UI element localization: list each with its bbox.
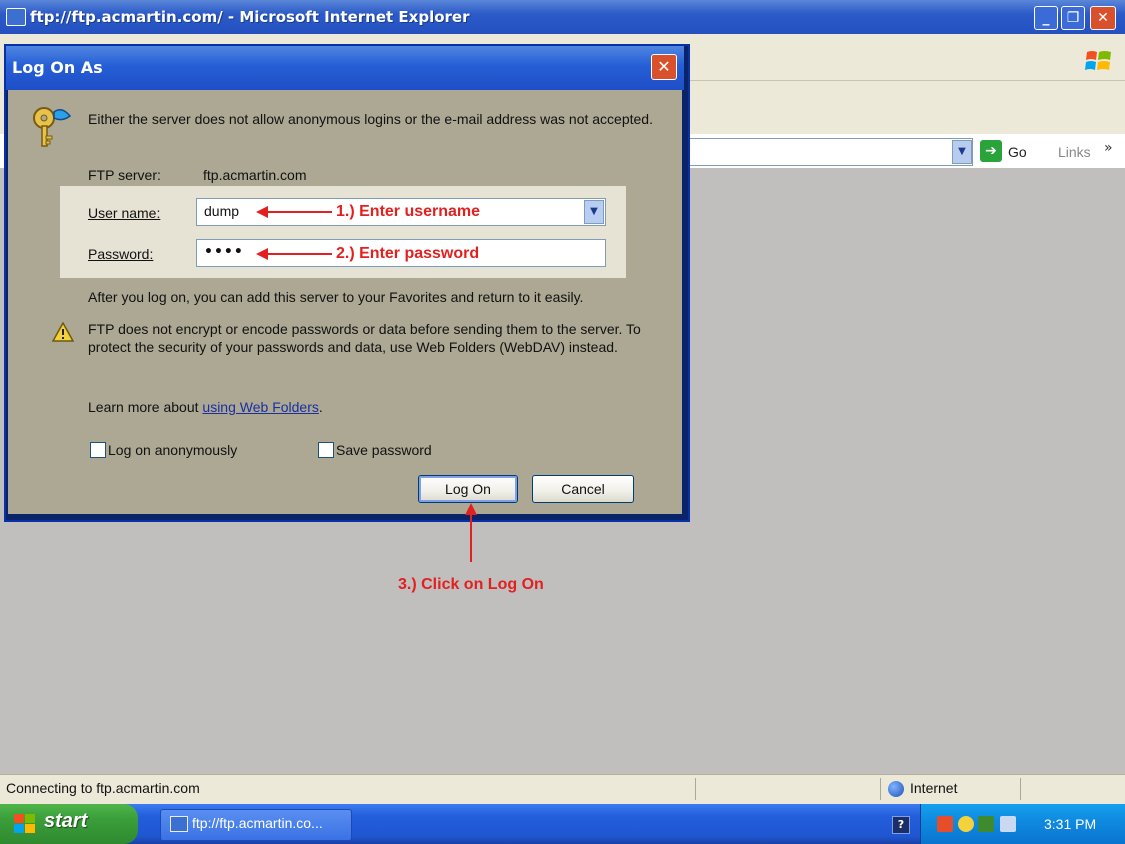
browser-titlebar: ftp://ftp.acmartin.com/ - Microsoft Inte… [0, 0, 1125, 34]
ie-task-icon [170, 816, 188, 832]
tray-network-icon[interactable] [978, 816, 994, 832]
annotation-arrow-2 [266, 253, 332, 255]
log-on-button[interactable]: Log On [418, 475, 518, 503]
taskbar-item-label[interactable]: ftp://ftp.acmartin.co... [192, 815, 323, 831]
warning-icon [52, 322, 74, 342]
taskbar-clock[interactable]: 3:31 PM [1044, 816, 1096, 832]
tray-app-icon[interactable] [937, 816, 953, 832]
after-logon-text: After you log on, you can add this serve… [88, 289, 584, 305]
restore-button[interactable]: ❐ [1061, 6, 1085, 30]
status-divider [880, 778, 881, 800]
dialog-close-button[interactable]: ✕ [651, 54, 677, 80]
security-zone-label: Internet [910, 780, 958, 796]
close-icon: ✕ [1097, 10, 1109, 26]
start-label[interactable]: start [44, 810, 87, 833]
windows-flag-icon [14, 814, 35, 833]
links-chevron-icon[interactable]: » [1104, 140, 1113, 156]
password-value[interactable]: •••• [204, 244, 244, 260]
browser-title: ftp://ftp.acmartin.com/ - Microsoft Inte… [30, 8, 470, 26]
tray-shield-icon[interactable] [958, 816, 974, 832]
status-text: Connecting to ftp.acmartin.com [6, 780, 200, 796]
log-on-anonymously-checkbox[interactable] [90, 442, 106, 458]
close-icon: ✕ [657, 57, 671, 76]
learn-more-prefix: Learn more about [88, 399, 203, 415]
go-arrow-icon: ➔ [985, 143, 997, 159]
dialog-title: Log On As [12, 58, 103, 77]
address-dropdown-button[interactable]: ▼ [952, 140, 972, 164]
ftp-server-value: ftp.acmartin.com [203, 167, 307, 183]
save-password-checkbox[interactable] [318, 442, 334, 458]
ftp-server-label: FTP server: [88, 167, 161, 183]
annotation-step-3: 3.) Click on Log On [398, 576, 544, 593]
web-folders-link[interactable]: using Web Folders [202, 399, 318, 415]
annotation-step-2: 2.) Enter password [336, 245, 480, 262]
address-bar[interactable] [686, 138, 973, 166]
status-divider [695, 778, 696, 800]
status-divider [1020, 778, 1021, 800]
standard-toolbar [680, 82, 1125, 132]
annotation-arrow-1 [266, 211, 332, 213]
windows-logo-icon [1085, 51, 1111, 70]
tray-language-icon[interactable] [1000, 816, 1016, 832]
username-dropdown-button[interactable]: ▼ [584, 200, 604, 224]
close-button[interactable]: ✕ [1090, 6, 1116, 30]
password-label: Password: [88, 245, 153, 263]
username-value[interactable]: dump [204, 203, 239, 219]
username-label-text: User name: [88, 205, 161, 221]
go-button[interactable]: ➔ [980, 140, 1002, 162]
learn-more-suffix: . [318, 399, 323, 415]
globe-icon [888, 781, 904, 797]
username-label: User name: [88, 204, 160, 222]
chevron-down-icon: ▼ [590, 206, 598, 217]
dialog-titlebar [6, 46, 684, 90]
menu-bar [680, 46, 1125, 81]
log-on-anonymously-label[interactable]: Log on anonymously [108, 441, 237, 459]
cancel-button[interactable]: Cancel [532, 475, 634, 503]
learn-more-text: Learn more about using Web Folders. [88, 398, 323, 416]
help-icon[interactable]: ? [892, 816, 910, 834]
ie-window-icon [6, 8, 26, 26]
restore-icon: ❐ [1066, 10, 1080, 26]
go-label[interactable]: Go [1008, 144, 1027, 160]
save-password-label[interactable]: Save password [336, 441, 432, 459]
minimize-button[interactable]: _ [1034, 6, 1058, 30]
links-toolbar-label[interactable]: Links [1058, 144, 1091, 160]
dialog-message: Either the server does not allow anonymo… [88, 111, 653, 127]
minimize-icon: _ [1042, 10, 1050, 26]
annotation-arrow-3 [470, 514, 472, 562]
chevron-down-icon: ▼ [958, 146, 966, 157]
annotation-step-1: 1.) Enter username [336, 203, 481, 220]
password-label-text: Password: [88, 246, 154, 262]
key-icon [33, 107, 72, 147]
security-warning-text: FTP does not encrypt or encode passwords… [88, 321, 641, 355]
